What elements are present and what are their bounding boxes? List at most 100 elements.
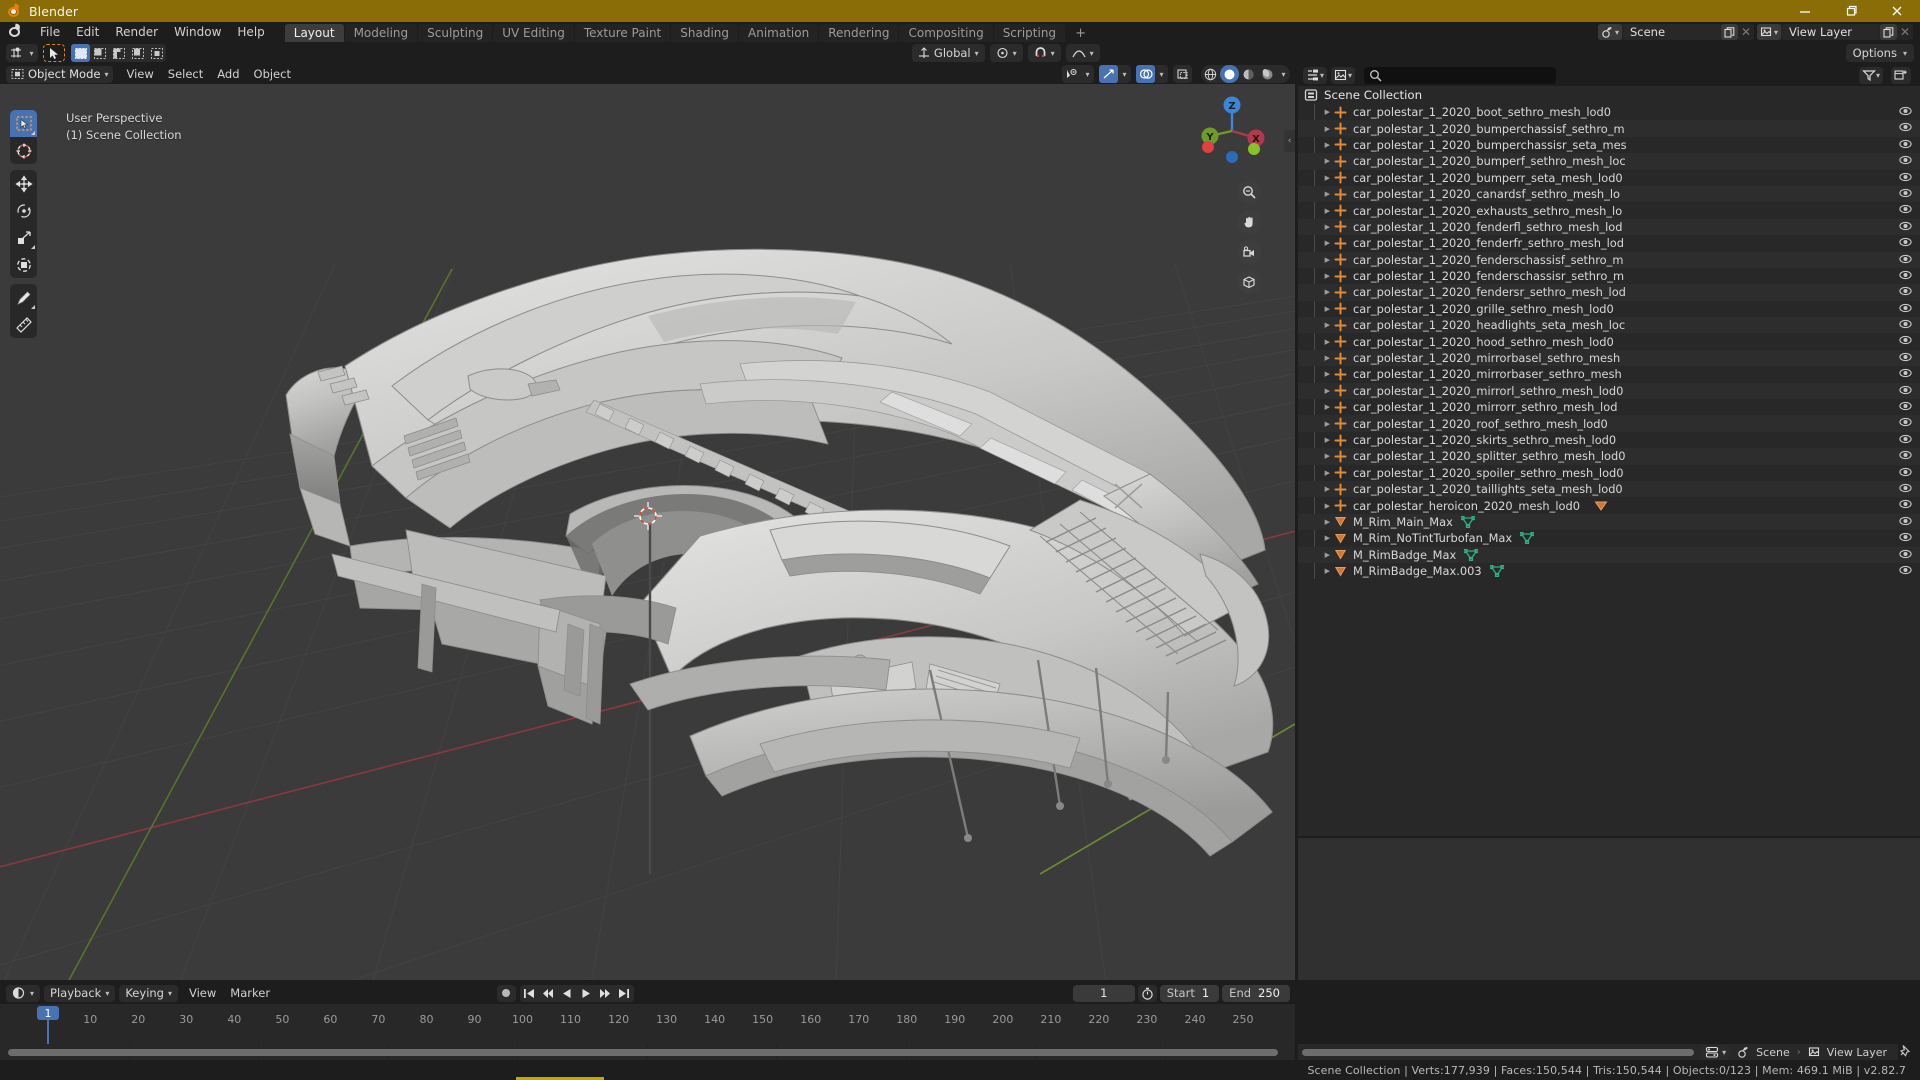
outliner-row[interactable]: ▶ M_Rim_Main_Max: [1298, 513, 1920, 531]
expand-arrow-icon[interactable]: ▶: [1304, 469, 1330, 477]
select-invert-icon[interactable]: [128, 44, 147, 62]
new-view-layer-icon[interactable]: [1880, 24, 1897, 40]
timeline-menu-view[interactable]: View: [182, 985, 223, 1002]
expand-arrow-icon[interactable]: ▶: [1304, 288, 1330, 296]
outliner-row[interactable]: ▶ car_polestar_1_2020_canardsf_sethro_mes…: [1298, 185, 1920, 203]
expand-arrow-icon[interactable]: ▶: [1304, 272, 1330, 280]
expand-arrow-icon[interactable]: ▶: [1304, 518, 1330, 526]
search-input[interactable]: [1364, 66, 1557, 84]
active-tool-indicator[interactable]: [43, 44, 65, 62]
outliner-row[interactable]: ▶ M_Rim_NoTintTurbofan_Max: [1298, 530, 1920, 546]
new-collection-button[interactable]: [1891, 66, 1911, 84]
timeline-editor-type-selector[interactable]: ▾: [6, 984, 41, 1002]
expand-arrow-icon[interactable]: ▶: [1304, 551, 1330, 559]
show-gizmo-icon[interactable]: [1099, 65, 1118, 83]
snapping-toggle[interactable]: ▾: [1027, 44, 1061, 62]
outliner-editor-type-selector[interactable]: ▾: [1303, 66, 1328, 84]
transform-orientation-selector[interactable]: Global ▾: [911, 44, 985, 62]
remove-view-layer-icon[interactable]: ✕: [1897, 24, 1913, 40]
filter-button[interactable]: ▾: [1858, 66, 1883, 84]
outliner-row[interactable]: ▶ car_polestar_1_2020_fendersr_sethro_mes…: [1298, 284, 1920, 301]
blender-menu-icon[interactable]: [6, 23, 26, 41]
expand-arrow-icon[interactable]: ▶: [1304, 567, 1330, 575]
outliner-row[interactable]: ▶ car_polestar_1_2020_bumperchassisr_seta…: [1298, 137, 1920, 153]
menu-help[interactable]: Help: [229, 22, 272, 42]
outliner-row[interactable]: ▶ car_polestar_1_2020_splitter_sethro_mes…: [1298, 448, 1920, 465]
status-editor-type[interactable]: ▾: [1701, 1044, 1731, 1060]
auto-keying-icon[interactable]: [496, 984, 516, 1002]
expand-arrow-icon[interactable]: ▶: [1304, 190, 1330, 198]
options-button[interactable]: Options ▾: [1845, 44, 1914, 62]
visibility-toggle-icon[interactable]: [1899, 416, 1912, 431]
visibility-toggle-icon[interactable]: [1899, 105, 1912, 120]
visibility-toggle-icon[interactable]: [1899, 171, 1912, 186]
wireframe-shading-icon[interactable]: [1201, 65, 1220, 83]
sidebar-toggle[interactable]: ‹: [1284, 130, 1295, 152]
select-box-tool[interactable]: [10, 110, 37, 137]
chevron-down-icon[interactable]: ▾: [1277, 65, 1290, 83]
outliner-row[interactable]: ▶ car_polestar_1_2020_spoiler_sethro_mesh…: [1298, 465, 1920, 481]
menu-window[interactable]: Window: [166, 22, 229, 42]
chevron-down-icon[interactable]: ▾: [1118, 65, 1131, 83]
menu-file[interactable]: File: [32, 22, 68, 42]
chevron-down-icon[interactable]: ▾: [1155, 65, 1168, 83]
next-keyframe-icon[interactable]: [596, 985, 615, 1002]
navigation-gizmo[interactable]: Z X Y: [1195, 94, 1269, 168]
expand-arrow-icon[interactable]: ▶: [1304, 141, 1330, 149]
proportional-editing-toggle[interactable]: ▾: [1065, 44, 1100, 62]
visibility-toggle-icon[interactable]: [1899, 466, 1912, 481]
editor-type-selector[interactable]: ▾: [6, 44, 38, 62]
expand-arrow-icon[interactable]: ▶: [1304, 420, 1330, 428]
tab-uv-editing[interactable]: UV Editing: [493, 24, 574, 42]
visibility-toggle-icon[interactable]: [1899, 236, 1912, 251]
visibility-toggle-icon[interactable]: [1899, 318, 1912, 333]
visibility-toggle-icon[interactable]: [1899, 367, 1912, 382]
visibility-toggle-icon[interactable]: [1899, 564, 1912, 579]
visibility-toggle-icon[interactable]: [1899, 285, 1912, 300]
visibility-toggle-icon[interactable]: [1899, 302, 1912, 317]
outliner-row[interactable]: ▶ car_polestar_1_2020_roof_sethro_mesh_lo…: [1298, 415, 1920, 432]
tab-rendering[interactable]: Rendering: [819, 24, 899, 42]
outliner-row[interactable]: ▶ car_polestar_1_2020_hood_sethro_mesh_lo…: [1298, 333, 1920, 349]
visibility-toggle-icon[interactable]: [1899, 220, 1912, 235]
tab-sculpting[interactable]: Sculpting: [418, 24, 493, 42]
timeline-menu-playback[interactable]: Playback ▾: [44, 984, 116, 1002]
select-extend-icon[interactable]: [90, 44, 109, 62]
playhead[interactable]: 1: [37, 1006, 59, 1020]
expand-arrow-icon[interactable]: ▶: [1304, 125, 1330, 133]
expand-arrow-icon[interactable]: ▶: [1304, 338, 1330, 346]
object-visibility-icon[interactable]: [1062, 65, 1081, 83]
timeline-menu-keying[interactable]: Keying ▾: [119, 984, 178, 1002]
expand-arrow-icon[interactable]: ▶: [1304, 534, 1330, 542]
visibility-toggle-icon[interactable]: [1899, 351, 1912, 366]
transform-tool[interactable]: [10, 251, 37, 278]
scene-selector[interactable]: ▾ Scene ✕: [1597, 24, 1754, 40]
remove-scene-icon[interactable]: ✕: [1738, 24, 1754, 40]
show-overlays-icon[interactable]: [1136, 65, 1155, 83]
expand-arrow-icon[interactable]: ▶: [1304, 452, 1330, 460]
expand-arrow-icon[interactable]: ▶: [1304, 370, 1330, 378]
new-scene-icon[interactable]: [1720, 24, 1738, 40]
visibility-toggle-icon[interactable]: [1899, 203, 1912, 218]
outliner-root-row[interactable]: Scene Collection: [1298, 86, 1920, 104]
visibility-toggle-icon[interactable]: [1899, 548, 1912, 563]
maximize-icon[interactable]: [1828, 0, 1874, 22]
expand-arrow-icon[interactable]: ▶: [1304, 403, 1330, 411]
visibility-toggle-icon[interactable]: [1899, 531, 1912, 546]
outliner-row[interactable]: ▶ car_polestar_1_2020_headlights_seta_mes…: [1298, 317, 1920, 334]
tab-modeling[interactable]: Modeling: [344, 24, 418, 42]
jump-start-icon[interactable]: [520, 985, 539, 1002]
tab-animation[interactable]: Animation: [739, 24, 819, 42]
outliner-row[interactable]: ▶ car_polestar_1_2020_mirrorr_sethro_mesh…: [1298, 399, 1920, 415]
visibility-toggle-icon[interactable]: [1899, 400, 1912, 415]
outliner-row[interactable]: ▶ car_polestar_1_2020_taillights_seta_mes…: [1298, 480, 1920, 498]
visibility-toggle-icon[interactable]: [1899, 449, 1912, 464]
pan-icon[interactable]: [1237, 210, 1261, 234]
outliner-display-mode-selector[interactable]: ▾: [1331, 66, 1356, 84]
timeline-menu-marker[interactable]: Marker: [223, 985, 277, 1002]
toggle-xray-icon[interactable]: [1173, 65, 1192, 83]
expand-arrow-icon[interactable]: ▶: [1304, 207, 1330, 215]
timeline-editor[interactable]: ▾ Playback ▾ Keying ▾ View Marker 1 Star…: [0, 982, 1295, 1044]
select-set-icon[interactable]: [71, 44, 90, 62]
properties-area[interactable]: [1298, 838, 1920, 980]
